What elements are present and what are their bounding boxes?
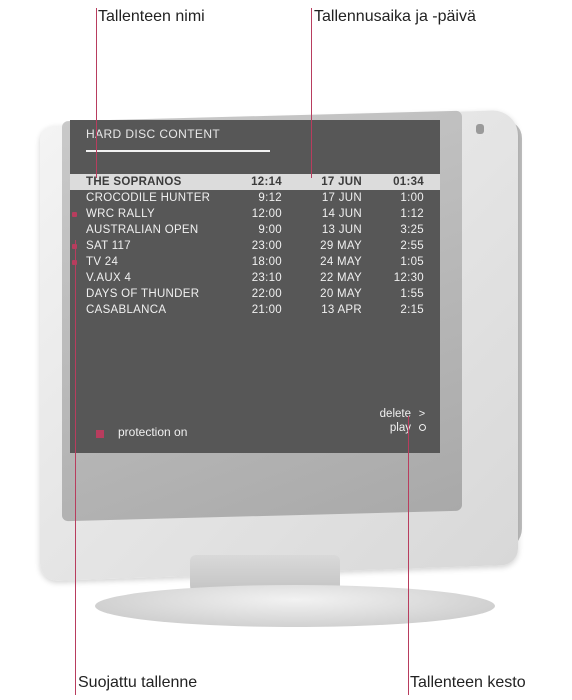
recording-time: 12:14 bbox=[251, 176, 282, 188]
recordings-list: THE SOPRANOS 12:14 17 JUN 01:34 CROCODILE HU… bbox=[70, 174, 440, 318]
callout-line-protected bbox=[75, 240, 76, 695]
recording-row[interactable]: TV 24 18:00 24 MAY 1:05 bbox=[70, 254, 440, 270]
recording-date: 24 MAY bbox=[320, 256, 362, 268]
recording-name: WRC RALLY bbox=[86, 208, 155, 220]
recording-name: TV 24 bbox=[86, 256, 119, 268]
recording-name: CASABLANCA bbox=[86, 304, 167, 316]
recording-duration: 1:00 bbox=[400, 192, 424, 204]
recording-date: 14 JUN bbox=[321, 208, 362, 220]
recording-date: 13 JUN bbox=[321, 224, 362, 236]
recording-date: 13 APR bbox=[321, 304, 362, 316]
recording-date: 17 JUN bbox=[321, 176, 362, 188]
recording-time: 23:00 bbox=[251, 240, 282, 252]
recording-name: SAT 117 bbox=[86, 240, 131, 252]
recording-duration: 1:55 bbox=[400, 288, 424, 300]
recording-date: 29 MAY bbox=[320, 240, 362, 252]
callout-line-duration bbox=[408, 416, 409, 695]
recording-time: 21:00 bbox=[251, 304, 282, 316]
recording-row[interactable]: WRC RALLY 12:00 14 JUN 1:12 bbox=[70, 206, 440, 222]
recording-time: 18:00 bbox=[251, 256, 282, 268]
tv-stand-base bbox=[95, 585, 495, 627]
recording-duration: 2:55 bbox=[400, 240, 424, 252]
recording-duration: 2:15 bbox=[400, 304, 424, 316]
recording-date: 20 MAY bbox=[320, 288, 362, 300]
recording-name: V.AUX 4 bbox=[86, 272, 132, 284]
ring-icon bbox=[416, 422, 428, 434]
recording-name: DAYS OF THUNDER bbox=[86, 288, 200, 300]
recording-time: 12:00 bbox=[251, 208, 282, 220]
recording-name: THE SOPRANOS bbox=[86, 176, 182, 188]
delete-label: delete bbox=[379, 408, 411, 420]
caption-recording-time-date: Tallennusaika ja -päivä bbox=[314, 8, 476, 25]
recording-time: 23:10 bbox=[251, 272, 282, 284]
recording-row[interactable]: CROCODILE HUNTER 9:12 17 JUN 1:00 bbox=[70, 190, 440, 206]
caption-recording-duration: Tallenteen kesto bbox=[410, 674, 526, 691]
protection-legend-marker bbox=[96, 430, 104, 438]
recording-time: 22:00 bbox=[251, 288, 282, 300]
recording-duration: 12:30 bbox=[393, 272, 424, 284]
callout-line-time-date bbox=[311, 8, 312, 178]
recording-row[interactable]: SAT 117 23:00 29 MAY 2:55 bbox=[70, 238, 440, 254]
recording-row[interactable]: CASABLANCA 21:00 13 APR 2:15 bbox=[70, 302, 440, 318]
caption-recording-name: Tallenteen nimi bbox=[98, 8, 205, 25]
recording-duration: 01:34 bbox=[393, 176, 424, 188]
recording-name: AUSTRALIAN OPEN bbox=[86, 224, 199, 236]
recording-duration: 3:25 bbox=[400, 224, 424, 236]
recording-row[interactable]: THE SOPRANOS 12:14 17 JUN 01:34 bbox=[70, 174, 440, 190]
caption-protected-recording: Suojattu tallenne bbox=[78, 674, 198, 691]
recording-time: 9:12 bbox=[258, 192, 282, 204]
recording-row[interactable]: AUSTRALIAN OPEN 9:00 13 JUN 3:25 bbox=[70, 222, 440, 238]
recording-row[interactable]: DAYS OF THUNDER 22:00 20 MAY 1:55 bbox=[70, 286, 440, 302]
recording-duration: 1:12 bbox=[400, 208, 424, 220]
chevron-right-icon: > bbox=[418, 408, 426, 420]
protection-legend-label: protection on bbox=[118, 425, 188, 439]
protection-marker bbox=[72, 212, 77, 217]
recording-row[interactable]: V.AUX 4 23:10 22 MAY 12:30 bbox=[70, 270, 440, 286]
recording-name: CROCODILE HUNTER bbox=[86, 192, 211, 204]
tv-knob bbox=[476, 124, 484, 134]
delete-action[interactable]: delete > bbox=[380, 408, 428, 420]
callout-line-name bbox=[96, 8, 97, 178]
recording-date: 22 MAY bbox=[320, 272, 362, 284]
hard-disc-menu-screen: HARD DISC CONTENT THE SOPRANOS 12:14 17 JU… bbox=[70, 120, 440, 453]
menu-title: HARD DISC CONTENT bbox=[86, 127, 221, 141]
recording-time: 9:00 bbox=[258, 224, 282, 236]
title-underline bbox=[86, 150, 270, 152]
recording-date: 17 JUN bbox=[321, 192, 362, 204]
recording-duration: 1:05 bbox=[400, 256, 424, 268]
